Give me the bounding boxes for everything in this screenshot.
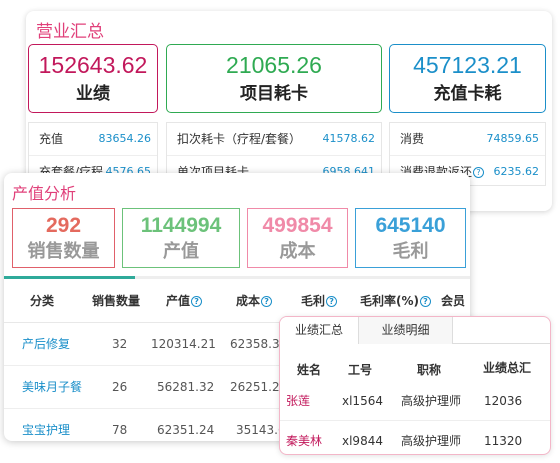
column-header: 工号 (348, 363, 373, 377)
category-link[interactable]: 美味月子餐 (22, 366, 82, 409)
kpi-value: 292 (45, 214, 82, 237)
stat-value: 83654.26 (98, 132, 152, 145)
kpi-output-value[interactable]: 1144994 产值 (122, 208, 240, 268)
stat-label: 扣次耗卡（疗程/套餐） (177, 132, 302, 146)
column-header[interactable]: 成本? (236, 279, 273, 323)
kpi-cost[interactable]: 499854 成本 (247, 208, 348, 268)
staff-name[interactable]: 张莲 (286, 381, 310, 421)
kpi-value: 457123.21 (413, 52, 522, 78)
cell-output: 120314.21 (151, 337, 216, 351)
kpi-label: 成本 (279, 241, 316, 262)
kpi-value: 152643.62 (38, 52, 148, 78)
kpi-label: 项目耗卡 (240, 84, 308, 104)
staff-id: xl9844 (342, 434, 383, 448)
stat-value: 74859.65 (486, 132, 540, 145)
kpi-label: 销售数量 (27, 241, 100, 262)
category-link[interactable]: 宝宝护理 (22, 409, 70, 441)
kpi-value: 1144994 (140, 214, 222, 237)
question-circle-icon[interactable]: ? (420, 296, 431, 307)
performance-tabs: 业绩汇总 业绩明细 (280, 317, 550, 344)
tab-performance-summary[interactable]: 业绩汇总 (280, 317, 359, 344)
question-circle-icon[interactable]: ? (261, 296, 273, 307)
table-row[interactable]: 张莲 xl1564 高级护理师 12036 (280, 381, 550, 421)
kpi-performance-card[interactable]: 152643.62 业绩 (28, 44, 158, 113)
kpi-project-card-consumption[interactable]: 21065.26 项目耗卡 (166, 44, 382, 113)
question-circle-icon[interactable]: ? (191, 296, 203, 307)
summary-title: 营业汇总 (36, 22, 104, 42)
kpi-value: 499854 (262, 214, 333, 237)
kpi-value: 21065.26 (226, 52, 322, 78)
kpi-label: 充值卡耗 (433, 84, 502, 104)
staff-id: xl1564 (342, 394, 383, 408)
column-header[interactable]: 产值? (166, 279, 203, 323)
column-header[interactable]: 销售数量 (92, 279, 140, 323)
column-header: 姓名 (297, 363, 322, 377)
staff-title: 高级护理师 (401, 434, 462, 448)
cell-output: 62351.24 (157, 423, 215, 437)
kpi-gross-profit[interactable]: 645140 毛利 (355, 208, 466, 268)
stat-value: 6235.62 (493, 165, 540, 178)
column-header: 业绩总汇 (483, 361, 532, 375)
staff-title: 高级护理师 (401, 394, 462, 408)
kpi-label: 业绩 (76, 84, 110, 104)
stat-value: 41578.62 (322, 132, 376, 145)
table-row[interactable]: 秦美林 xl9844 高级护理师 11320 (280, 421, 550, 454)
analysis-title: 产值分析 (12, 184, 77, 203)
performance-panel: 业绩汇总 业绩明细 姓名 工号 职称 业绩总汇 张莲 xl1564 高级护理师 … (279, 316, 551, 455)
cell-qty: 26 (112, 380, 128, 394)
cell-output: 56281.32 (157, 380, 215, 394)
staff-name[interactable]: 秦美林 (286, 421, 322, 454)
kpi-sales-quantity[interactable]: 292 销售数量 (12, 208, 115, 268)
tab-performance-detail[interactable]: 业绩明细 (359, 317, 453, 344)
stat-row-recharge: 充值 83654.26 (29, 123, 157, 155)
cell-qty: 32 (112, 337, 128, 351)
kpi-label: 毛利 (392, 241, 429, 262)
stat-label: 充值 (39, 132, 64, 146)
stat-row-consumption: 消费 74859.65 (390, 123, 545, 155)
column-header: 职称 (417, 363, 442, 377)
category-link[interactable]: 产后修复 (22, 323, 70, 366)
kpi-value: 645140 (375, 214, 446, 237)
stat-row-deduct-times: 扣次耗卡（疗程/套餐） 41578.62 (167, 123, 381, 155)
staff-total: 11320 (484, 434, 523, 448)
stat-label: 消费 (400, 132, 425, 146)
question-circle-icon[interactable]: ? (473, 167, 485, 178)
column-header[interactable]: 分类 (30, 279, 54, 323)
staff-total: 12036 (484, 394, 523, 408)
kpi-label: 产值 (163, 241, 199, 262)
question-circle-icon[interactable]: ? (326, 296, 338, 307)
kpi-recharge-card-consumption[interactable]: 457123.21 充值卡耗 (389, 44, 546, 113)
cell-qty: 78 (112, 423, 128, 437)
